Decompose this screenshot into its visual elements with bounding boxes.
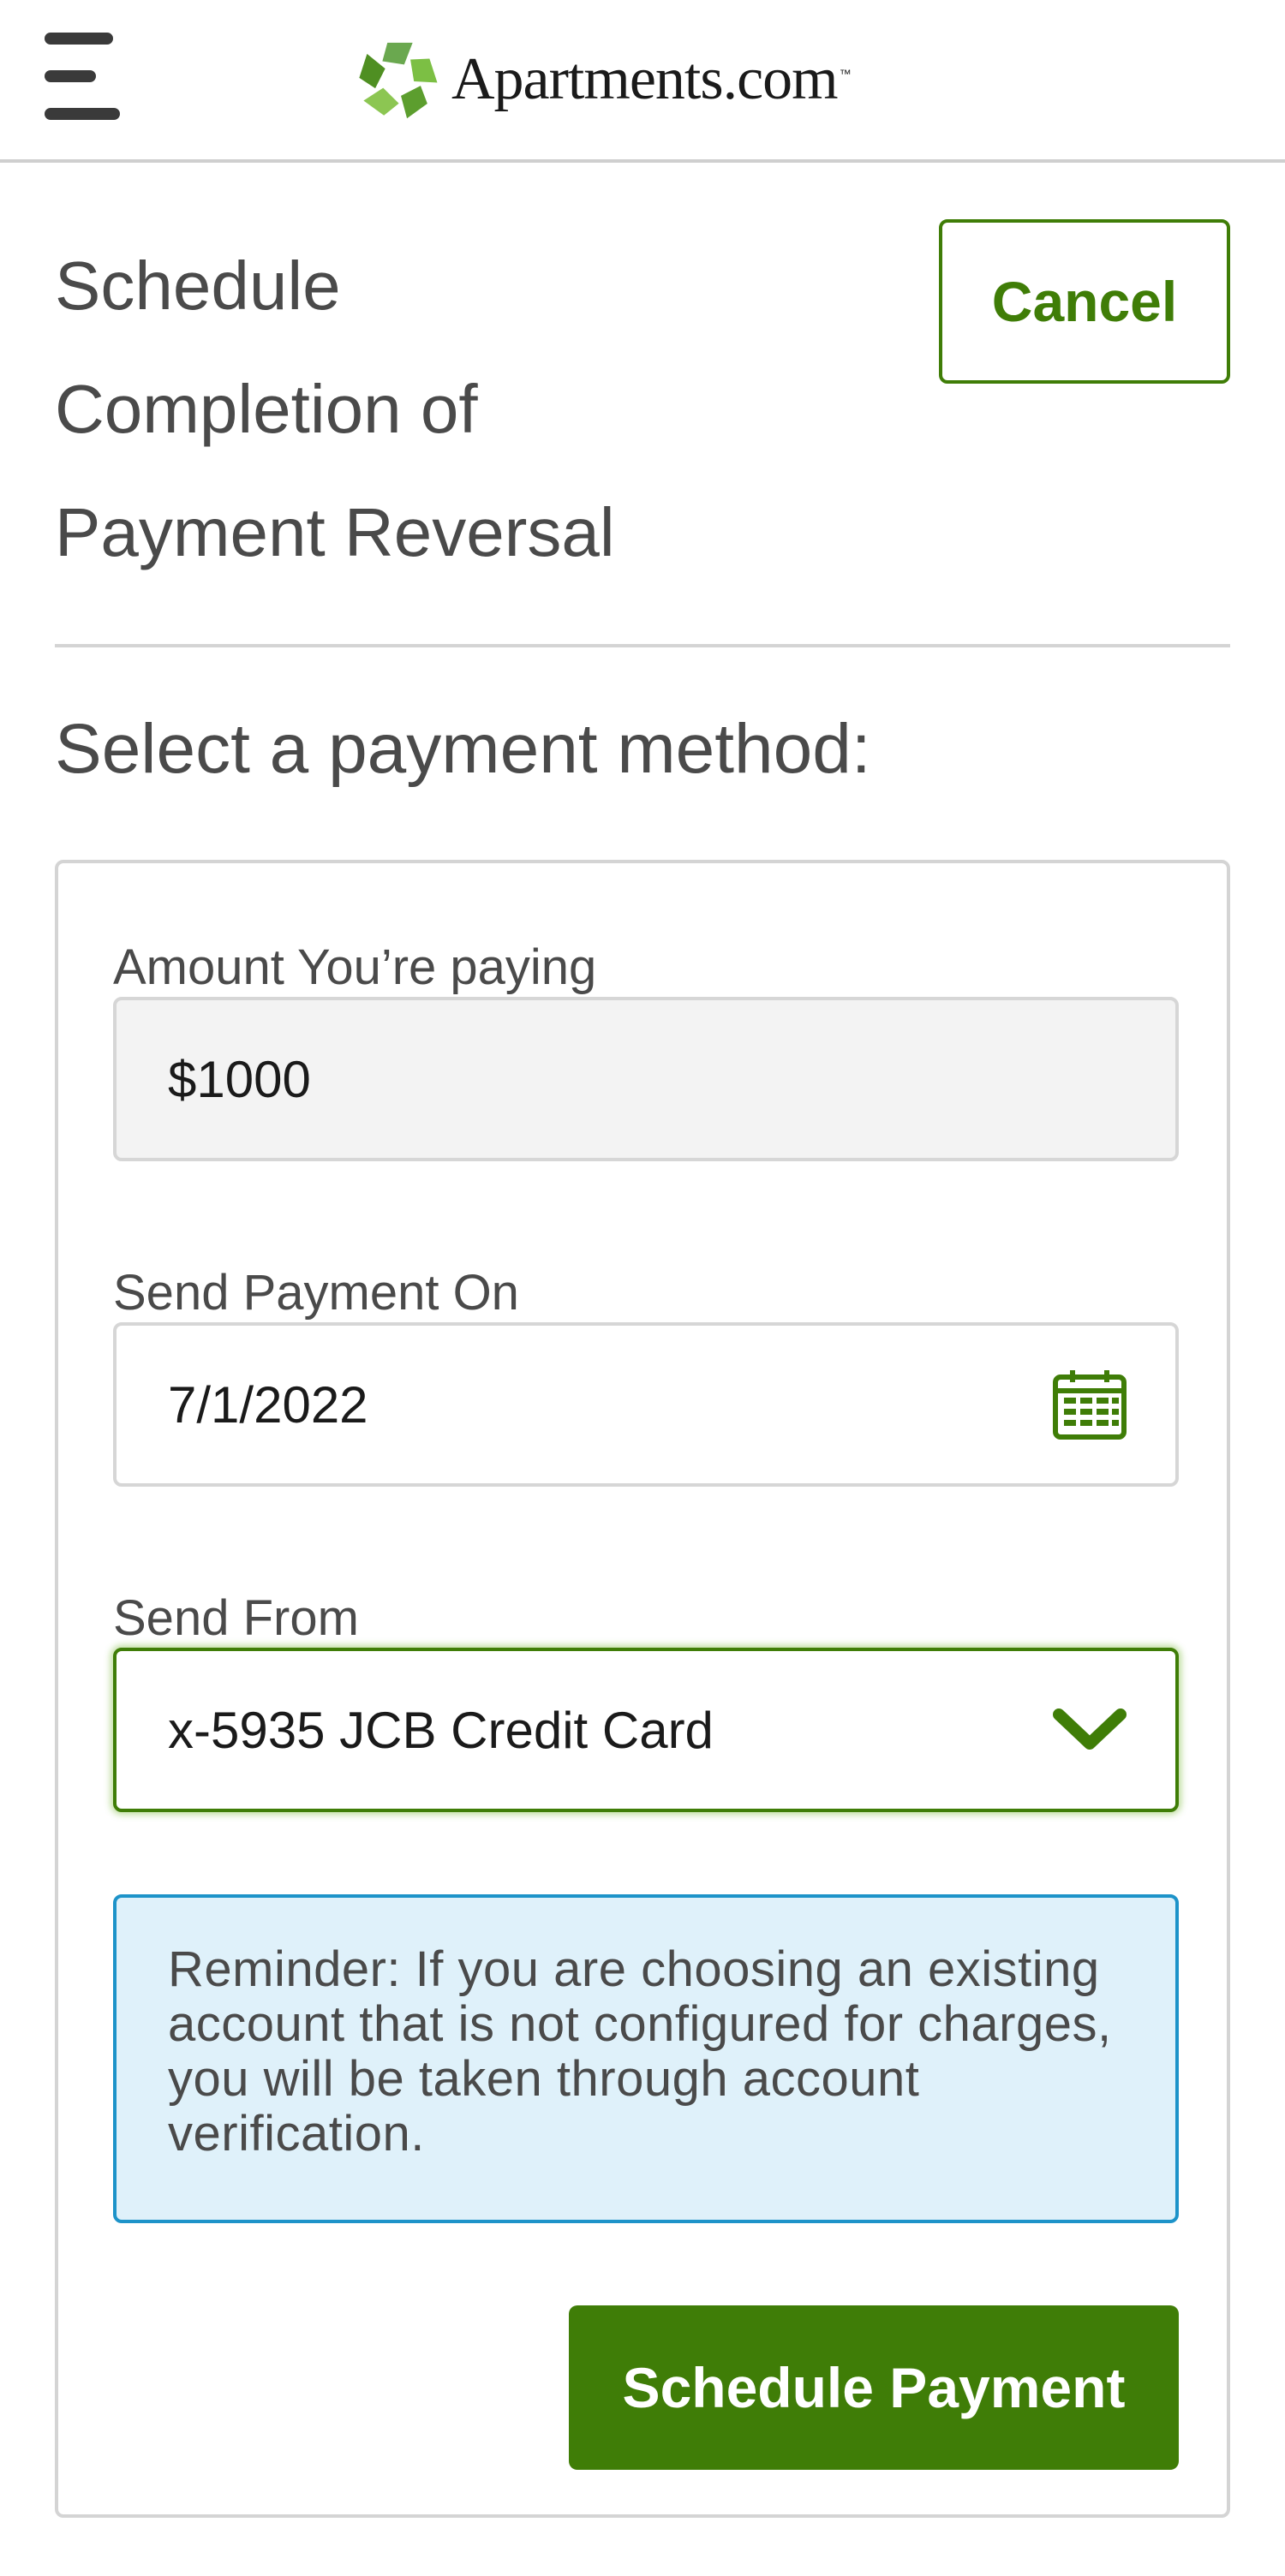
brand-trademark: ™ bbox=[839, 67, 852, 80]
amount-label: Amount You’re paying bbox=[113, 939, 597, 995]
payment-form-card: Amount You’re paying $1000 Send Payment … bbox=[55, 860, 1230, 2518]
send-from-label: Send From bbox=[113, 1590, 359, 1646]
send-from-select[interactable]: x-5935 JCB Credit Card bbox=[113, 1648, 1179, 1812]
send-payment-on-date-input[interactable]: 7/1/2022 bbox=[113, 1322, 1179, 1487]
section-divider bbox=[55, 644, 1230, 647]
apartments-logo-icon bbox=[359, 42, 438, 118]
amount-field: $1000 bbox=[113, 997, 1179, 1161]
send-payment-on-label: Send Payment On bbox=[113, 1265, 519, 1321]
hamburger-menu-icon[interactable] bbox=[45, 33, 120, 125]
brand-name: Apartments.com bbox=[451, 45, 839, 112]
cancel-button[interactable]: Cancel bbox=[939, 219, 1230, 384]
amount-value: $1000 bbox=[168, 1050, 311, 1108]
section-heading: Select a payment method: bbox=[55, 710, 871, 788]
app-header: Apartments.com ™ bbox=[0, 0, 1285, 163]
chevron-down-icon bbox=[1053, 1708, 1127, 1750]
brand-logo-link[interactable]: Apartments.com ™ bbox=[356, 34, 852, 124]
send-from-selected-value: x-5935 JCB Credit Card bbox=[168, 1701, 714, 1759]
send-payment-on-value: 7/1/2022 bbox=[168, 1375, 368, 1434]
page-title: Schedule Completion of Payment Reversal bbox=[55, 247, 615, 570]
calendar-icon[interactable] bbox=[1052, 1368, 1127, 1440]
schedule-payment-button[interactable]: Schedule Payment bbox=[569, 2305, 1179, 2470]
account-verification-reminder: Reminder: If you are choosing an existin… bbox=[113, 1894, 1179, 2223]
